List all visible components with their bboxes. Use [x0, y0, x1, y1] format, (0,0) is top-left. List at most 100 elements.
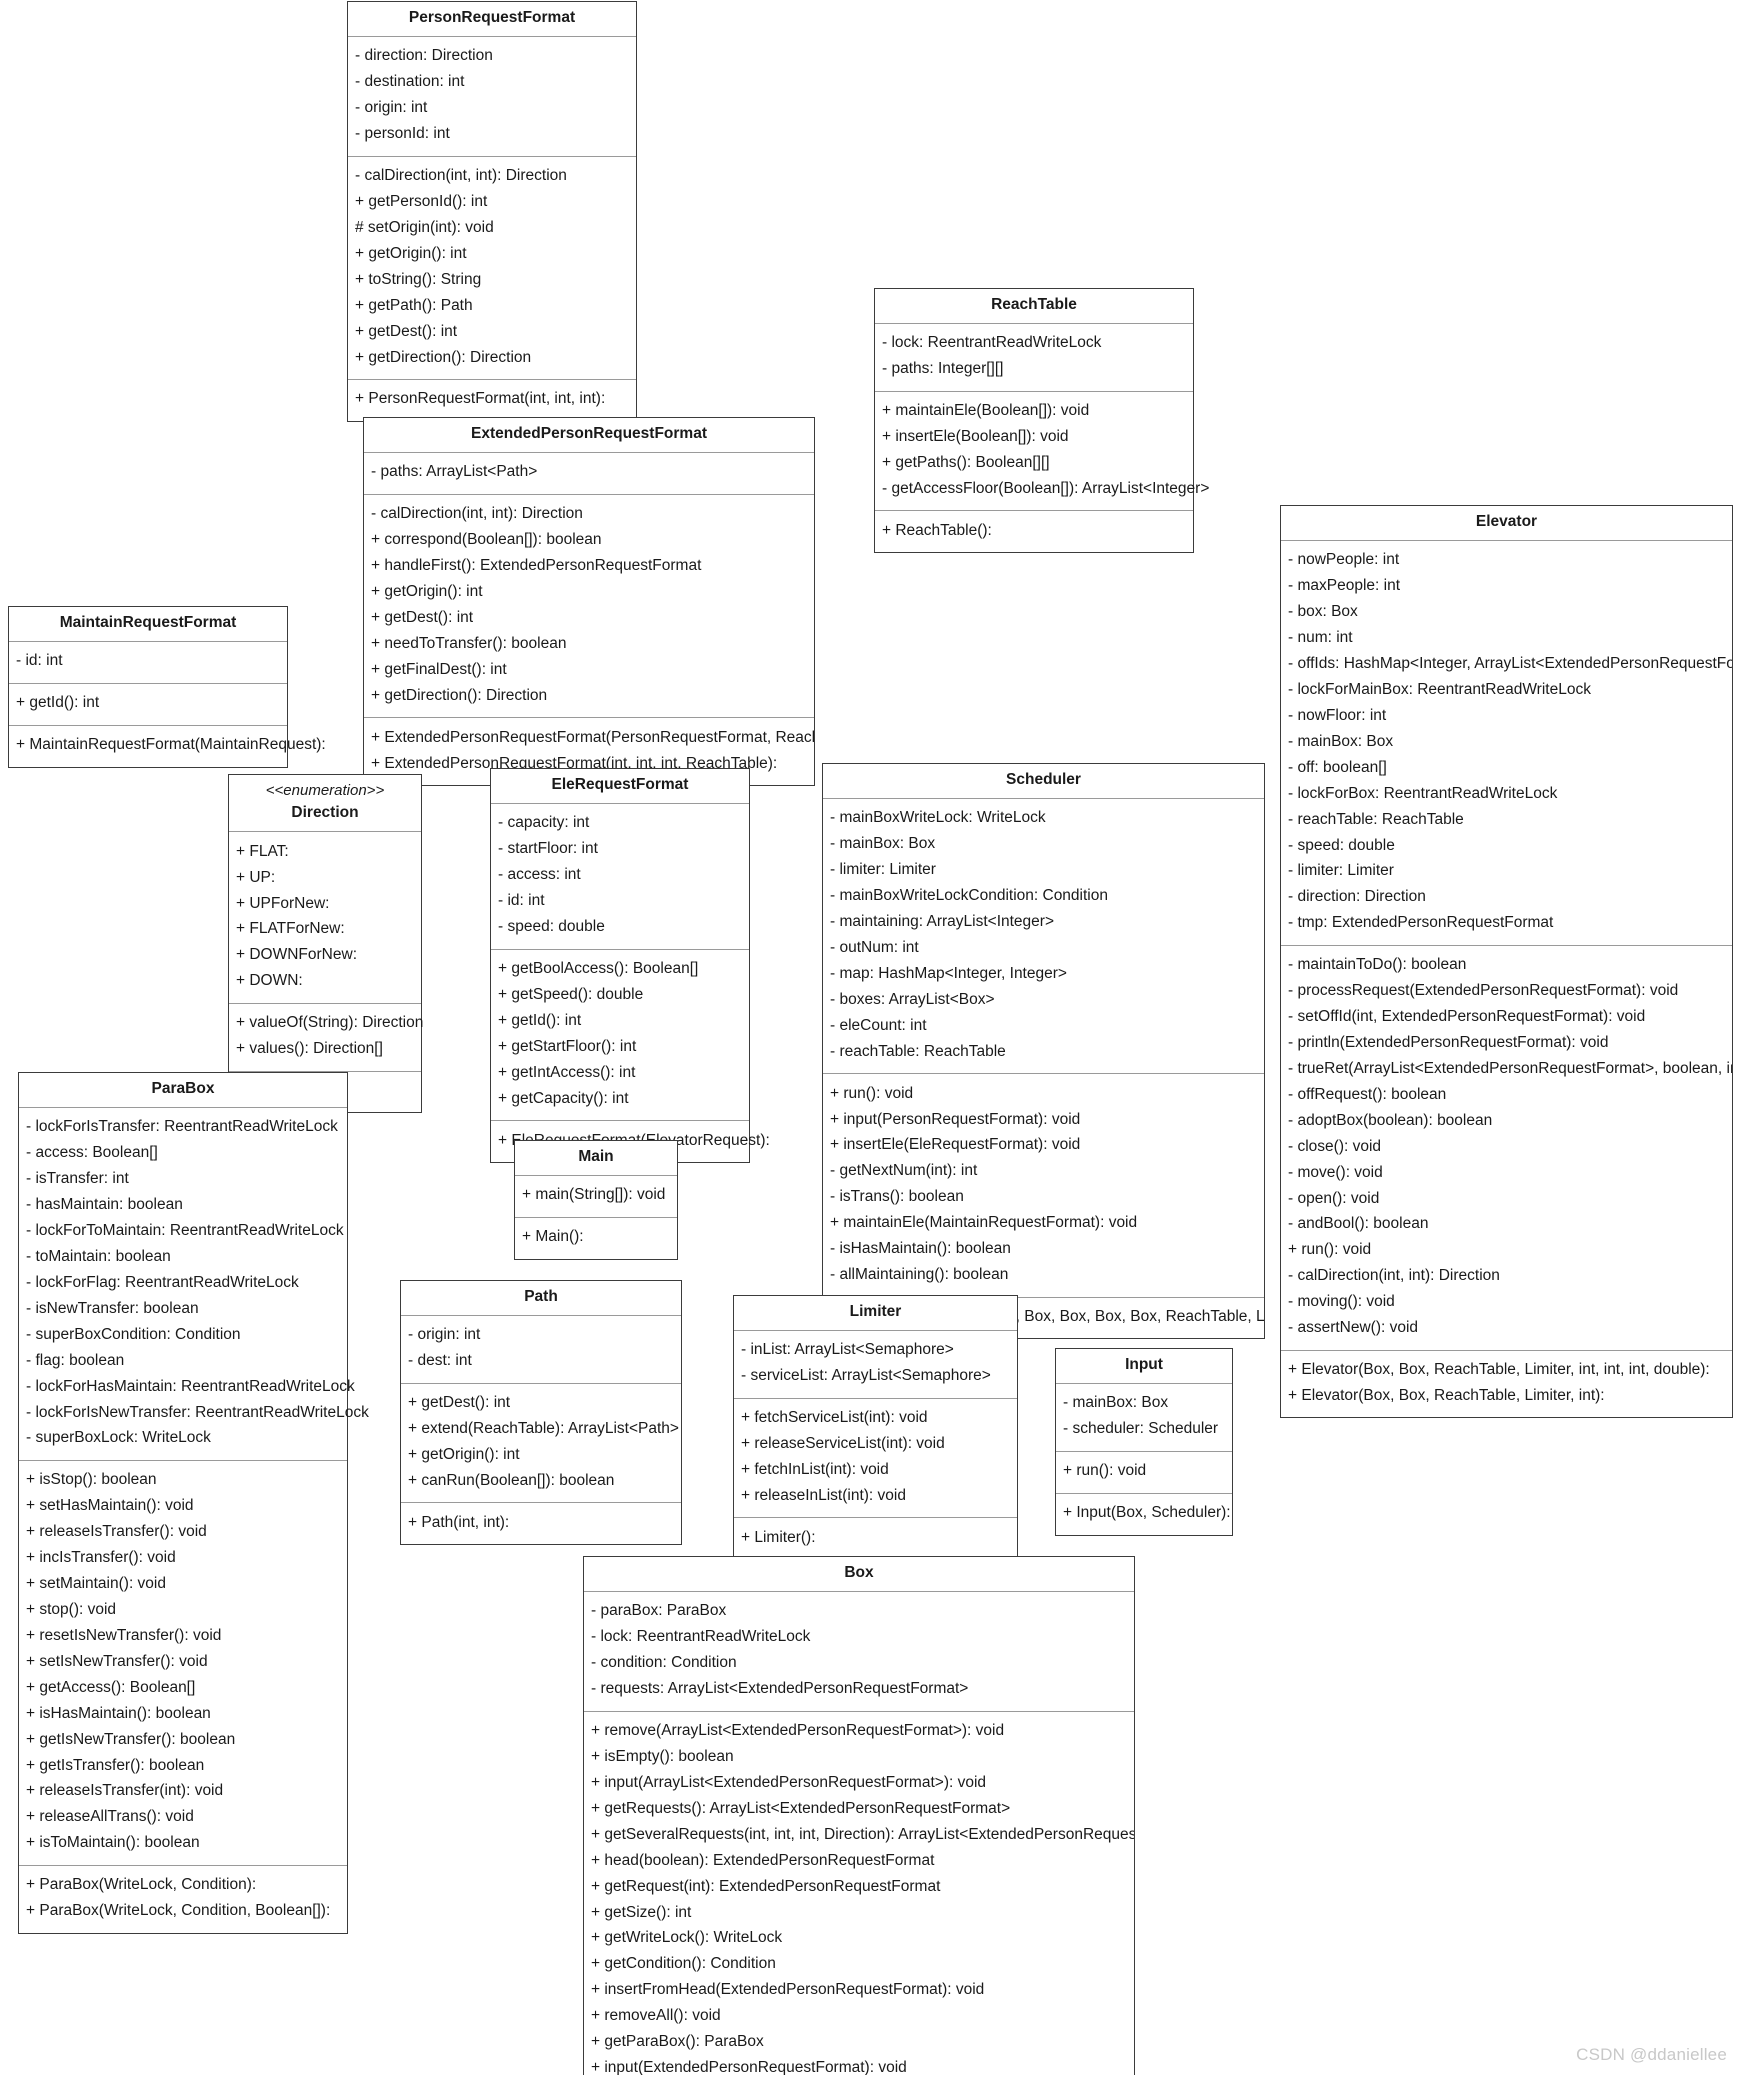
attribute-row: - capacity: int [498, 814, 590, 832]
methods-compartment: + getId(): int [9, 682, 287, 725]
attribute-row: - mainBox: Box [830, 835, 936, 853]
class-title: ExtendedPersonRequestFormat [471, 425, 707, 442]
attribute-row: - access: Boolean[] [26, 1144, 158, 1162]
attribute-row: - direction: Direction [355, 47, 493, 65]
class-maintain-request-format[interactable]: MaintainRequestFormat - id: int + getId(… [8, 606, 326, 768]
attribute-row: - num: int [1288, 629, 1353, 647]
class-ele-request-format[interactable]: EleRequestFormat - capacity: int - start… [490, 768, 770, 1163]
method-row: + isStop(): boolean [26, 1471, 157, 1489]
attribute-row: - outNum: int [830, 939, 919, 957]
class-title: Box [844, 1564, 874, 1581]
constructor-row: + Path(int, int): [408, 1513, 510, 1531]
attribute-row: - startFloor: int [498, 840, 598, 858]
method-row: + releaseAllTrans(): void [26, 1808, 194, 1826]
methods-compartment: + main(String[]): void [515, 1174, 677, 1217]
method-row: + getId(): int [498, 1011, 582, 1029]
class-input[interactable]: Input - mainBox: Box - scheduler: Schedu… [1055, 1348, 1233, 1536]
attribute-row: - mainBoxWriteLock: WriteLock [830, 809, 1046, 827]
attribute-row: - speed: double [498, 918, 605, 936]
enum-constant-row: + DOWNForNew: [236, 946, 357, 964]
class-elevator[interactable]: Elevator - nowPeople: int - maxPeople: i… [1280, 505, 1733, 1419]
constructor-row: + Limiter(): [741, 1528, 816, 1546]
attribute-row: - personId: int [355, 125, 450, 143]
attribute-row: - access: int [498, 866, 581, 884]
constructor-row: + ParaBox(WriteLock, Condition, Boolean[… [26, 1902, 331, 1920]
attribute-row: - map: HashMap<Integer, Integer> [830, 964, 1067, 982]
class-title: ParaBox [151, 1080, 215, 1097]
method-row: - moving(): void [1288, 1293, 1395, 1311]
attribute-row: - id: int [16, 652, 63, 670]
method-row: + stop(): void [26, 1601, 117, 1619]
attribute-row: - reachTable: ReachTable [1288, 810, 1464, 828]
method-row: - close(): void [1288, 1137, 1382, 1155]
constructor-row: + Elevator(Box, Box, ReachTable, Limiter… [1288, 1387, 1605, 1404]
method-row: + main(String[]): void [522, 1186, 666, 1204]
class-path[interactable]: Path - origin: int - dest: int + getDest… [400, 1280, 682, 1546]
method-row: + getPath(): Path [355, 296, 473, 314]
constructor-row: + ExtendedPersonRequestFormat(PersonRequ… [371, 728, 814, 746]
attribute-row: - mainBoxWriteLockCondition: Condition [830, 887, 1108, 905]
method-row: - processRequest(ExtendedPersonRequestFo… [1288, 982, 1679, 1000]
methods-compartment: + isStop(): boolean + setHasMaintain(): … [19, 1459, 347, 1865]
method-row: + isHasMaintain(): boolean [26, 1704, 211, 1722]
attribute-row: - lockForToMaintain: ReentrantReadWriteL… [26, 1222, 344, 1240]
constructor-row: + Elevator(Box, Box, ReachTable, Limiter… [1288, 1361, 1710, 1379]
constructors-compartment: + Input(Box, Scheduler): [1056, 1492, 1232, 1535]
method-row: + insertEle(Boolean[]): void [882, 428, 1069, 446]
attribute-row: - boxes: ArrayList<Box> [830, 990, 995, 1008]
class-title: <<enumeration>> Direction [229, 775, 421, 831]
method-row: + getPersonId(): int [355, 193, 488, 211]
class-scheduler[interactable]: Scheduler - mainBoxWriteLock: WriteLock … [822, 763, 1265, 1340]
attributes-compartment: - mainBoxWriteLock: WriteLock - mainBox:… [823, 797, 1264, 1073]
class-reach-table[interactable]: ReachTable - lock: ReentrantReadWriteLoc… [874, 288, 1210, 554]
attribute-row: - tmp: ExtendedPersonRequestFormat [1288, 914, 1554, 932]
method-row: + getDest(): int [371, 609, 474, 627]
method-row: + getSize(): int [591, 1903, 692, 1921]
method-row: - adoptBox(boolean): boolean [1288, 1111, 1493, 1129]
attribute-row: - mainBox: Box [1288, 732, 1394, 750]
class-title: Path [524, 1288, 558, 1305]
method-row: + releaseIsTransfer(): void [26, 1523, 207, 1541]
method-row: + run(): void [1063, 1462, 1147, 1480]
methods-compartment: - maintainToDo(): boolean - processReque… [1281, 944, 1732, 1350]
watermark-label: CSDN @ddaniellee [1576, 2045, 1727, 2064]
class-para-box[interactable]: ParaBox - lockForIsTransfer: ReentrantRe… [18, 1072, 369, 1934]
method-row: - getAccessFloor(Boolean[]): ArrayList<I… [882, 480, 1210, 498]
class-box[interactable]: Box - paraBox: ParaBox - lock: Reentrant… [583, 1556, 1135, 2075]
method-row: + valueOf(String): Direction [236, 1014, 424, 1032]
method-row: + canRun(Boolean[]): boolean [408, 1472, 615, 1490]
attribute-row: - box: Box [1288, 603, 1358, 621]
class-title: Main [578, 1148, 614, 1165]
attribute-row: - inList: ArrayList<Semaphore> [741, 1341, 954, 1359]
constructors-compartment: + Limiter(): [734, 1517, 1017, 1559]
enum-constant-row: + DOWN: [236, 972, 303, 990]
method-row: + head(boolean): ExtendedPersonRequestFo… [591, 1851, 935, 1869]
attribute-row: - destination: int [355, 73, 465, 91]
attributes-compartment: - direction: Direction - destination: in… [348, 35, 636, 156]
constructors-compartment: + MaintainRequestFormat(MaintainRequest)… [9, 724, 326, 767]
class-title: MaintainRequestFormat [59, 614, 237, 631]
methods-compartment: + getBoolAccess(): Boolean[] + getSpeed(… [491, 948, 749, 1121]
constructor-row: + MaintainRequestFormat(MaintainRequest)… [16, 736, 326, 754]
method-row: + insertEle(EleRequestFormat): void [830, 1136, 1081, 1154]
attributes-compartment: - paths: ArrayList<Path> [364, 451, 814, 494]
class-person-request-format[interactable]: PersonRequestFormat - direction: Directi… [347, 1, 637, 422]
method-row: + handleFirst(): ExtendedPersonRequestFo… [371, 557, 702, 575]
attribute-row: - nowPeople: int [1288, 551, 1400, 569]
attribute-row: - lockForMainBox: ReentrantReadWriteLock [1288, 681, 1591, 699]
class-limiter[interactable]: Limiter - inList: ArrayList<Semaphore> -… [733, 1295, 1018, 1561]
class-direction-enum[interactable]: <<enumeration>> Direction + FLAT: + UP: … [228, 774, 424, 1114]
attribute-row: - flag: boolean [26, 1351, 125, 1369]
class-main[interactable]: Main + main(String[]): void + Main(): [514, 1140, 678, 1260]
method-row: - andBool(): boolean [1288, 1215, 1429, 1233]
attribute-row: - lockForIsTransfer: ReentrantReadWriteL… [26, 1118, 338, 1136]
attribute-row: - id: int [498, 892, 545, 910]
attribute-row: - eleCount: int [830, 1016, 927, 1034]
method-row: + getIsTransfer(): boolean [26, 1756, 205, 1774]
method-row: + setIsNewTransfer(): void [26, 1652, 208, 1670]
method-row: + getIsNewTransfer(): boolean [26, 1730, 236, 1748]
method-row: + input(ArrayList<ExtendedPersonRequestF… [591, 1773, 987, 1791]
class-extended-person-request-format[interactable]: ExtendedPersonRequestFormat - paths: Arr… [363, 417, 815, 787]
attributes-compartment: - id: int [9, 640, 287, 683]
method-row: - setOffId(int, ExtendedPersonRequestFor… [1288, 1008, 1646, 1026]
